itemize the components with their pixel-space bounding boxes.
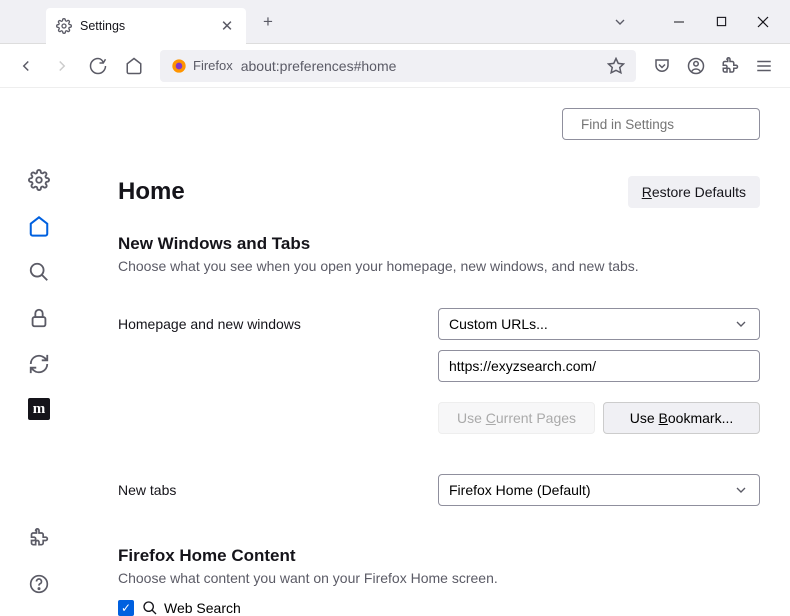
- chevron-down-icon: [733, 316, 749, 332]
- section-subtitle: Choose what you see when you open your h…: [118, 258, 760, 274]
- websearch-label: Web Search: [142, 600, 241, 616]
- titlebar: Settings ✕ +: [0, 0, 790, 44]
- minimize-button[interactable]: [658, 4, 700, 40]
- tab-title: Settings: [80, 19, 210, 33]
- home-button[interactable]: [118, 50, 150, 82]
- section-title-windows-tabs: New Windows and Tabs: [118, 234, 760, 254]
- back-button[interactable]: [10, 50, 42, 82]
- homepage-label: Homepage and new windows: [118, 316, 438, 332]
- account-icon[interactable]: [680, 50, 712, 82]
- new-tab-button[interactable]: +: [254, 8, 282, 36]
- identity-box[interactable]: Firefox: [171, 58, 233, 74]
- sidebar-item-mozilla[interactable]: m: [28, 398, 50, 420]
- firefox-logo-icon: [171, 58, 187, 74]
- newtabs-select[interactable]: Firefox Home (Default): [438, 474, 760, 506]
- use-current-pages-button: Use Current Pages: [438, 402, 595, 434]
- menu-icon[interactable]: [748, 50, 780, 82]
- section-title-home-content: Firefox Home Content: [118, 546, 760, 566]
- sidebar: m: [0, 88, 78, 616]
- main: Home Restore Defaults New Windows and Ta…: [78, 88, 790, 616]
- address-bar: Firefox about:preferences#home: [0, 44, 790, 88]
- homepage-url-input[interactable]: [438, 350, 760, 382]
- extensions-icon[interactable]: [714, 50, 746, 82]
- search-settings-box[interactable]: [562, 108, 760, 140]
- sidebar-item-extensions[interactable]: [27, 526, 51, 550]
- restore-defaults-button[interactable]: Restore Defaults: [628, 176, 760, 208]
- sidebar-item-sync[interactable]: [27, 352, 51, 376]
- newtabs-select-value: Firefox Home (Default): [449, 482, 591, 498]
- reload-button[interactable]: [82, 50, 114, 82]
- homepage-select[interactable]: Custom URLs...: [438, 308, 760, 340]
- bookmark-star-icon[interactable]: [607, 57, 625, 75]
- tabs-dropdown-icon[interactable]: [602, 4, 638, 40]
- sidebar-item-home[interactable]: [27, 214, 51, 238]
- url-box[interactable]: Firefox about:preferences#home: [160, 50, 636, 82]
- newtabs-label: New tabs: [118, 482, 438, 498]
- chevron-down-icon: [733, 482, 749, 498]
- websearch-checkbox[interactable]: ✓: [118, 600, 134, 616]
- page-title: Home: [118, 178, 185, 206]
- sidebar-item-help[interactable]: [27, 572, 51, 596]
- sidebar-item-privacy[interactable]: [27, 306, 51, 330]
- gear-icon: [56, 18, 72, 34]
- close-icon[interactable]: ✕: [218, 17, 236, 35]
- pocket-icon[interactable]: [646, 50, 678, 82]
- close-button[interactable]: [742, 4, 784, 40]
- url-text: about:preferences#home: [241, 58, 599, 74]
- content: m Home Restore Defaults New Windows and …: [0, 88, 790, 616]
- tab-settings[interactable]: Settings ✕: [46, 8, 246, 44]
- identity-label: Firefox: [193, 58, 233, 73]
- sidebar-item-search[interactable]: [27, 260, 51, 284]
- section2-subtitle: Choose what content you want on your Fir…: [118, 570, 760, 586]
- forward-button[interactable]: [46, 50, 78, 82]
- search-input[interactable]: [581, 117, 758, 132]
- homepage-select-value: Custom URLs...: [449, 316, 548, 332]
- use-bookmark-button[interactable]: Use Bookmark...: [603, 402, 760, 434]
- maximize-button[interactable]: [700, 4, 742, 40]
- search-icon: [142, 600, 158, 616]
- sidebar-item-general[interactable]: [27, 168, 51, 192]
